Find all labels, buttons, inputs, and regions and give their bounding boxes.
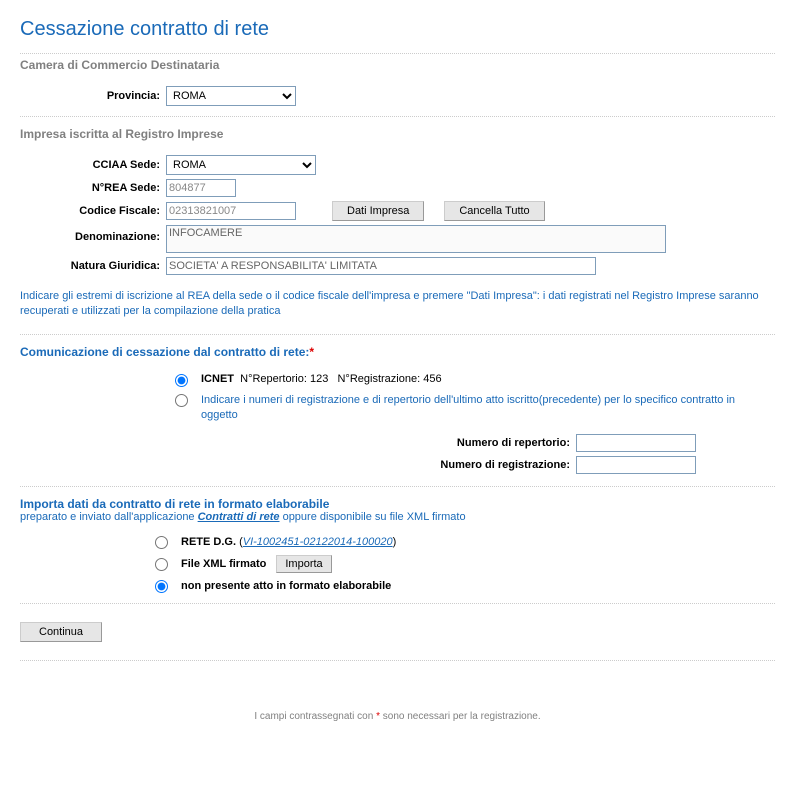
- continua-button[interactable]: Continua: [20, 622, 102, 642]
- importa-title: Importa dati da contratto di rete in for…: [20, 497, 775, 511]
- provincia-select[interactable]: ROMA: [166, 86, 296, 106]
- dati-impresa-button[interactable]: Dati Impresa: [332, 201, 424, 221]
- cf-label: Codice Fiscale:: [20, 205, 166, 217]
- provincia-label: Provincia:: [20, 90, 166, 102]
- denom-label: Denominazione:: [20, 225, 166, 243]
- num-repertorio-input[interactable]: [576, 434, 696, 452]
- num-repertorio-label: Numero di repertorio:: [170, 437, 576, 449]
- required-asterisk: *: [309, 345, 314, 359]
- importa-radio-none[interactable]: [155, 580, 168, 593]
- importa-radio-xml[interactable]: [155, 558, 168, 571]
- cess-radio-icnet[interactable]: [175, 374, 188, 387]
- cciaa-label: CCIAA Sede:: [20, 159, 166, 171]
- importa-none-label: non presente atto in formato elaborabile: [181, 580, 391, 592]
- nrea-input[interactable]: [166, 179, 236, 197]
- importa-xml-label: File XML firmato: [181, 558, 266, 570]
- importa-file-link[interactable]: VI-1002451-02122014-100020: [243, 536, 393, 548]
- section-impresa: Impresa iscritta al Registro Imprese: [20, 127, 775, 141]
- importa-button[interactable]: Importa: [276, 555, 331, 573]
- page-title: Cessazione contratto di rete: [20, 18, 775, 41]
- separator: [20, 334, 775, 335]
- natura-label: Natura Giuridica:: [20, 260, 166, 272]
- contratti-di-rete-link[interactable]: Contratti di rete: [198, 511, 280, 523]
- cess-radio-manual[interactable]: [175, 394, 188, 407]
- num-registrazione-label: Numero di registrazione:: [170, 459, 576, 471]
- cancella-tutto-button[interactable]: Cancella Tutto: [444, 201, 544, 221]
- separator: [20, 660, 775, 661]
- denom-textarea[interactable]: INFOCAMERE: [166, 225, 666, 253]
- section-camera: Camera di Commercio Destinataria: [20, 53, 775, 72]
- natura-input[interactable]: [166, 257, 596, 275]
- cessazione-title: Comunicazione di cessazione dal contratt…: [20, 345, 775, 359]
- cciaa-select[interactable]: ROMA: [166, 155, 316, 175]
- separator: [20, 603, 775, 604]
- importa-radio-rete[interactable]: [155, 536, 168, 549]
- num-registrazione-input[interactable]: [576, 456, 696, 474]
- impresa-info-text: Indicare gli estremi di iscrizione al RE…: [20, 289, 775, 320]
- cf-input[interactable]: [166, 202, 296, 220]
- separator: [20, 486, 775, 487]
- cess-icnet-label: ICNET N°Repertorio: 123 N°Registrazione:…: [201, 373, 442, 385]
- separator: [20, 116, 775, 117]
- cess-manual-label: Indicare i numeri di registrazione e di …: [201, 393, 741, 424]
- nrea-label: N°REA Sede:: [20, 182, 166, 194]
- importa-rete-label: RETE D.G. (VI-1002451-02122014-100020): [181, 536, 396, 548]
- footer-note: I campi contrassegnati con * sono necess…: [20, 711, 775, 722]
- importa-subtitle: preparato e inviato dall'applicazione Co…: [20, 511, 775, 523]
